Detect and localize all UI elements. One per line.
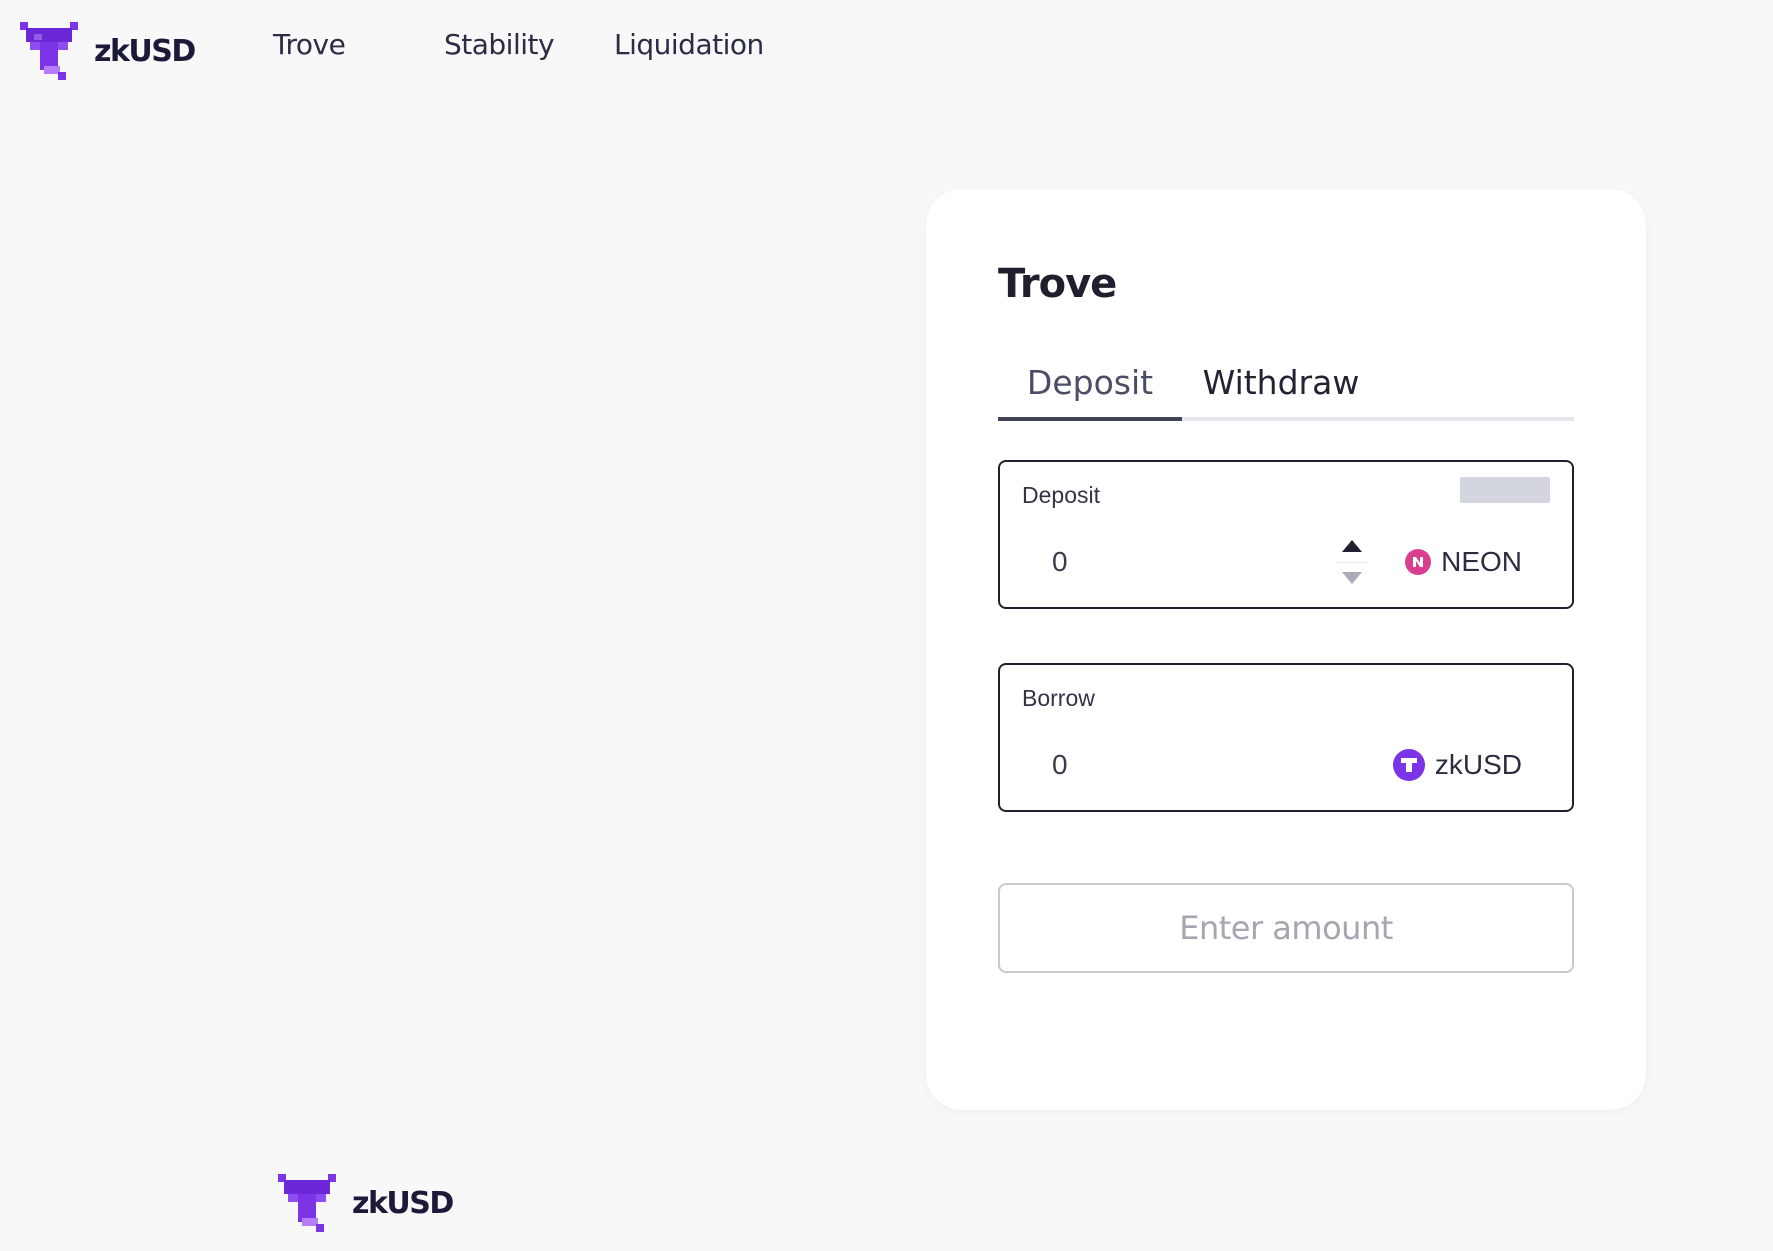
deposit-input[interactable]: 0 [1052, 546, 1068, 578]
brand-logo[interactable]: zkUSD [20, 22, 196, 80]
borrow-label: Borrow [1022, 685, 1095, 711]
top-nav: zkUSD Trove Stability Liquidation [0, 0, 1773, 100]
borrow-input[interactable]: 0 [1052, 749, 1068, 781]
nav-trove[interactable]: Trove [273, 28, 346, 61]
trove-tabs: Deposit Withdraw [998, 359, 1574, 421]
deposit-token-name: NEON [1441, 546, 1522, 577]
borrow-field[interactable]: Borrow 0 zkUSD [998, 663, 1574, 812]
zkusd-token-icon [1392, 749, 1425, 781]
balance-placeholder [1460, 477, 1550, 503]
tab-withdraw[interactable]: Withdraw [1182, 359, 1380, 421]
borrow-token: zkUSD [1392, 749, 1522, 781]
brand-name: zkUSD [94, 33, 196, 69]
neon-token-icon [1405, 549, 1432, 575]
card-title: Trove [998, 261, 1117, 307]
page: zkUSD Trove Stability Liquidation Trove … [0, 0, 1773, 1251]
enter-amount-button[interactable]: Enter amount [998, 883, 1574, 973]
borrow-token-name: zkUSD [1434, 749, 1522, 780]
increment-arrow-icon[interactable] [1342, 540, 1362, 552]
deposit-token: NEON [1405, 546, 1522, 578]
trove-card: Trove Deposit Withdraw Deposit 0 NEON Bo… [926, 189, 1646, 1110]
footer-brand[interactable]: zkUSD [278, 1174, 454, 1232]
decrement-arrow-icon[interactable] [1342, 572, 1362, 584]
stepper-divider [1336, 562, 1368, 563]
zkusd-logo-icon [278, 1174, 336, 1232]
deposit-label: Deposit [1022, 482, 1100, 508]
deposit-stepper[interactable] [1336, 538, 1368, 590]
nav-stability[interactable]: Stability [444, 28, 555, 61]
deposit-field[interactable]: Deposit 0 NEON [998, 460, 1574, 609]
footer-brand-name: zkUSD [352, 1185, 454, 1221]
nav-liquidation[interactable]: Liquidation [614, 28, 764, 61]
active-tab-indicator [998, 417, 1182, 421]
tab-deposit[interactable]: Deposit [998, 359, 1182, 421]
zkusd-logo-icon [20, 22, 78, 80]
